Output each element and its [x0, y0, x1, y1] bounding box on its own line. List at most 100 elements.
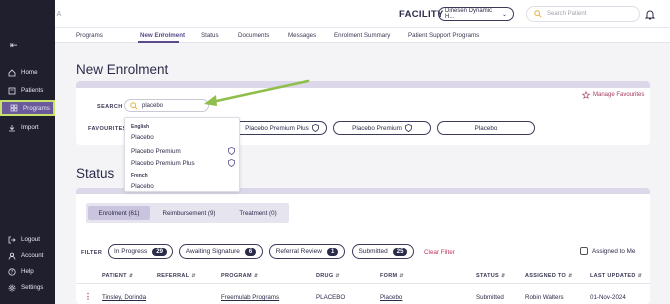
row-menu-icon[interactable]: ⋮ [84, 292, 92, 301]
column-header-referral[interactable]: REFERRAL ⇵ [157, 273, 196, 279]
tab-enrolment[interactable]: Enrolment (61) [88, 206, 150, 220]
column-header-assigned-to[interactable]: ASSIGNED TO ⇵ [525, 273, 573, 279]
filter-label-text: Referral Review [275, 248, 322, 255]
tab-treatment[interactable]: Treatment (0) [229, 206, 287, 220]
dropdown-item-label: Placebo Premium [131, 147, 181, 155]
sort-icon: ⇵ [568, 273, 573, 279]
bell-icon[interactable] [645, 9, 655, 20]
help-icon: ? [8, 267, 16, 276]
search-label: SEARCH [97, 104, 123, 110]
sidebar-item-help[interactable]: ? Help [0, 265, 55, 278]
top-bar: AUXITA FACILITY Dinesen Dynamic H... ⌄ S… [0, 0, 670, 28]
column-header-status[interactable]: STATUS ⇵ [476, 273, 505, 279]
favourite-placebo-premium[interactable]: Placebo Premium [333, 121, 431, 135]
column-header-last-updated[interactable]: LAST UPDATED ⇵ [590, 273, 642, 279]
column-header-patient[interactable]: PATIENT ⇵ [102, 273, 133, 279]
account-icon [8, 252, 16, 260]
search-patient-placeholder: Search Patient [547, 11, 587, 17]
sidebar-item-account[interactable]: Account [0, 249, 55, 262]
filter-in-progress[interactable]: In Progress 29 [108, 244, 173, 259]
facility-select[interactable]: Dinesen Dynamic H... ⌄ [438, 7, 514, 21]
facility-label: FACILITY [399, 9, 444, 20]
manage-favourites-label: Manage Favourites [593, 92, 645, 98]
sidebar-item-label: Logout [21, 236, 40, 243]
filter-referral-review[interactable]: Referral Review 1 [269, 244, 345, 259]
cell-program[interactable]: Freemulab Programs [221, 294, 279, 301]
sidebar-item-patients[interactable]: Patients [0, 84, 55, 97]
collapse-sidebar-icon[interactable]: ⇤ [10, 40, 18, 51]
tab-programs[interactable]: Programs [76, 32, 103, 39]
column-header-program[interactable]: PROGRAM ⇵ [221, 273, 258, 279]
dropdown-item-label: Placebo [131, 134, 154, 141]
filter-submitted[interactable]: Submitted 25 [352, 244, 414, 259]
patients-icon [8, 87, 16, 95]
sidebar-item-label: Programs [23, 104, 50, 112]
cell-form[interactable]: Placebo [380, 294, 402, 301]
annotation-arrow-icon [204, 79, 310, 106]
tab-status[interactable]: Status [201, 32, 219, 39]
dropdown-group-french: French [131, 173, 148, 179]
dropdown-item-label: Placebo [131, 183, 154, 190]
shield-icon [311, 124, 319, 132]
favourite-placebo[interactable]: Placebo [437, 121, 535, 135]
sort-icon: ⇵ [191, 273, 196, 279]
search-icon [534, 10, 542, 18]
cell-drug: PLACEBO [316, 294, 346, 301]
cell-last-updated: 01-Nov-2024 [590, 294, 626, 301]
column-label: DRUG [316, 273, 334, 279]
tab-reimbursement[interactable]: Reimbursement (9) [155, 206, 223, 220]
favourite-label: Placebo [474, 124, 498, 132]
sort-icon: ⇵ [399, 273, 404, 279]
column-header-drug[interactable]: DRUG ⇵ [316, 273, 340, 279]
manage-favourites-link[interactable]: Manage Favourites [582, 91, 644, 99]
sidebar-item-logout[interactable]: Logout [0, 233, 55, 246]
card-header-band [76, 81, 650, 88]
dropdown-item-placebo-premium-plus[interactable]: Placebo Premium Plus [131, 159, 235, 167]
logout-icon [8, 236, 16, 244]
filter-label-text: Submitted [358, 248, 388, 255]
sort-icon: ⇵ [253, 273, 259, 279]
sidebar: ⇤ Home Patients Programs Import Logout A… [0, 0, 55, 304]
column-label: REFERRAL [157, 273, 190, 279]
page-tabs: Programs › New Enrolment Status Document… [55, 28, 670, 43]
favourites-label: FAVOURITES [88, 126, 127, 132]
sidebar-item-home[interactable]: Home [0, 66, 55, 79]
filter-count-badge: 6 [244, 247, 257, 256]
filter-label: FILTER [81, 250, 103, 256]
column-label: STATUS [476, 273, 499, 279]
tab-messages[interactable]: Messages [288, 32, 316, 39]
column-header-form[interactable]: FORM ⇵ [380, 273, 404, 279]
dropdown-item-placebo-premium[interactable]: Placebo Premium [131, 147, 235, 155]
dropdown-item-placebo-french[interactable]: Placebo [131, 183, 235, 190]
checkbox-box[interactable] [580, 247, 588, 255]
column-label: FORM [380, 273, 398, 279]
programs-icon [10, 104, 18, 112]
dropdown-item-placebo-english[interactable]: Placebo [131, 134, 235, 141]
search-icon [130, 101, 138, 110]
column-label: PATIENT [102, 273, 127, 279]
assigned-to-me-label: Assigned to Me [592, 247, 636, 255]
filter-awaiting-signature[interactable]: Awaiting Signature 6 [179, 244, 263, 259]
cell-patient[interactable]: Tinsley, Dorinda [102, 294, 146, 301]
dropdown-item-label: Placebo Premium Plus [131, 159, 195, 167]
search-suggestions-dropdown: English Placebo Placebo Premium Placebo … [124, 117, 240, 192]
clear-filter-link[interactable]: Clear Filter [424, 249, 455, 256]
sidebar-item-programs[interactable]: Programs [0, 100, 55, 116]
sidebar-item-import[interactable]: Import [0, 121, 55, 134]
sort-icon: ⇵ [637, 273, 643, 279]
shield-icon [228, 159, 235, 167]
page-title: New Enrolment [76, 62, 169, 77]
assigned-to-me-checkbox[interactable]: Assigned to Me [580, 247, 635, 255]
tab-documents[interactable]: Documents [238, 32, 269, 39]
filter-count-badge: 29 [152, 247, 167, 256]
sidebar-item-settings[interactable]: Settings [0, 281, 55, 294]
column-label: LAST UPDATED [590, 273, 636, 279]
import-icon [8, 124, 16, 132]
tab-new-enrolment[interactable]: New Enrolment [140, 32, 185, 39]
gear-icon [8, 284, 16, 292]
table-header-divider [76, 283, 650, 284]
search-patient-input[interactable]: Search Patient [526, 6, 640, 22]
tab-enrolment-summary[interactable]: Enrolment Summary [334, 32, 390, 39]
sidebar-item-label: Settings [21, 284, 44, 291]
tab-patient-support-programs[interactable]: Patient Support Programs [408, 32, 479, 39]
